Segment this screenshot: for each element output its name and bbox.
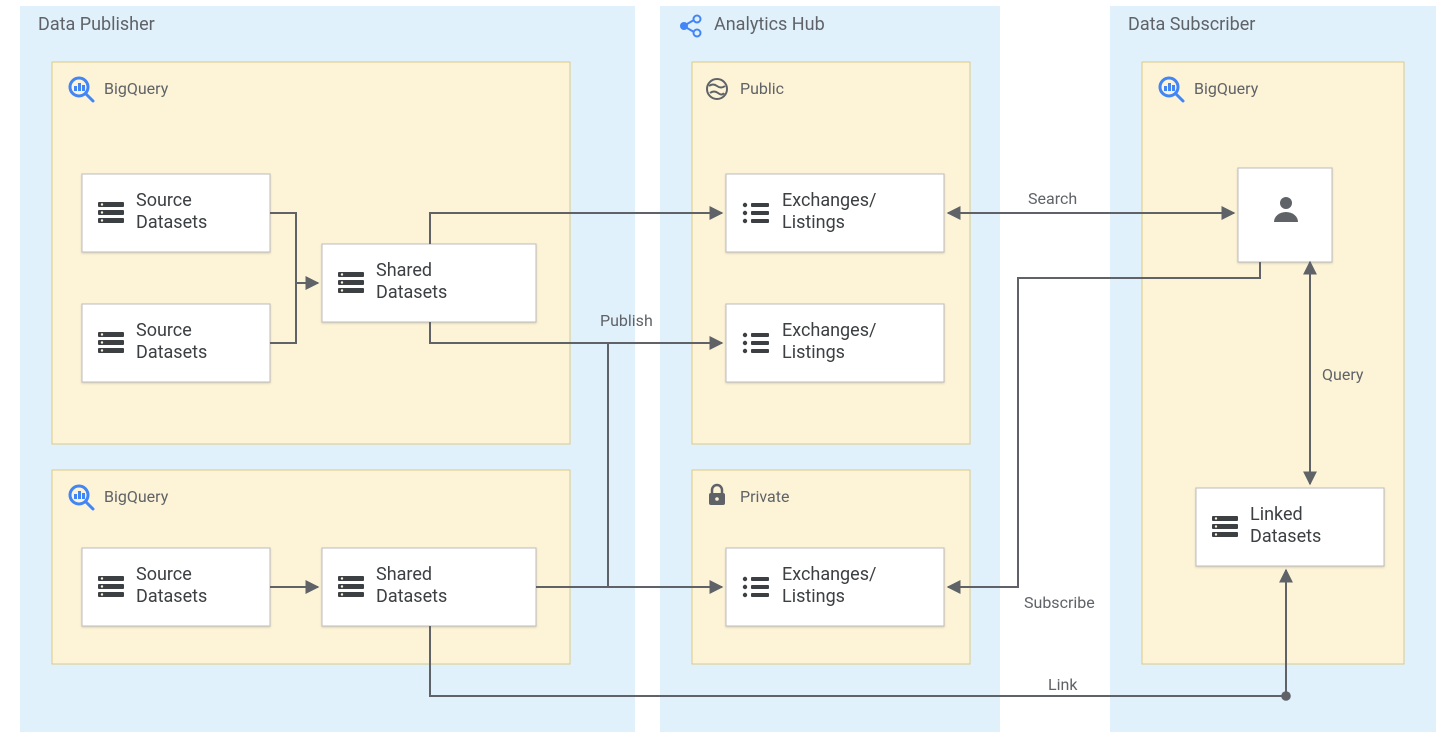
database-icon (338, 272, 364, 293)
section-subscriber-bigquery (1142, 62, 1404, 664)
column-subscriber-title: Data Subscriber (1128, 14, 1255, 35)
section-hub-private-title: Private (740, 487, 789, 506)
node-label: Source (136, 320, 192, 341)
node-label: Datasets (376, 282, 447, 303)
database-icon (98, 576, 124, 597)
section-subscriber-bigquery-title: BigQuery (1194, 79, 1259, 98)
node-label: Source (136, 564, 192, 585)
node-label: Datasets (136, 586, 207, 607)
node-source-datasets-3: Source Datasets (82, 548, 270, 626)
node-label: Listings (782, 212, 845, 233)
list-icon (743, 577, 769, 597)
node-shared-datasets-2: Shared Datasets (322, 548, 536, 626)
node-label: Exchanges/ (782, 564, 876, 585)
section-hub-public (692, 62, 970, 444)
node-label: Datasets (136, 342, 207, 363)
node-label: Listings (782, 342, 845, 363)
node-shared-datasets-1: Shared Datasets (322, 244, 536, 322)
diagram-canvas: Data Publisher BigQuery Source Datasets … (0, 0, 1456, 741)
node-label: Shared (376, 564, 432, 585)
node-label: Linked (1250, 504, 1303, 525)
node-linked-datasets: Linked Datasets (1196, 488, 1384, 566)
node-source-datasets-1: Source Datasets (82, 174, 270, 252)
node-label: Listings (782, 586, 845, 607)
node-user (1238, 168, 1332, 262)
edge-link-label: Link (1048, 675, 1078, 694)
database-icon (98, 332, 124, 353)
edge-publish-label: Publish (600, 311, 653, 330)
edge-query-label: Query (1322, 365, 1364, 384)
list-icon (743, 333, 769, 353)
node-exchanges-listings-2: Exchanges/ Listings (726, 304, 944, 382)
list-icon (743, 203, 769, 223)
node-label: Datasets (136, 212, 207, 233)
node-label: Shared (376, 260, 432, 281)
node-source-datasets-2: Source Datasets (82, 304, 270, 382)
node-exchanges-listings-1: Exchanges/ Listings (726, 174, 944, 252)
node-label: Datasets (1250, 526, 1321, 547)
column-publisher-title: Data Publisher (38, 14, 155, 35)
node-label: Source (136, 190, 192, 211)
database-icon (1212, 516, 1238, 537)
node-label: Exchanges/ (782, 190, 876, 211)
section-hub-public-title: Public (740, 79, 784, 98)
database-icon (338, 576, 364, 597)
column-analytics-hub-title: Analytics Hub (714, 14, 825, 35)
edge-subscribe-label: Subscribe (1024, 593, 1095, 612)
section-publisher-bigquery-top-title: BigQuery (104, 79, 169, 98)
node-label: Datasets (376, 586, 447, 607)
database-icon (98, 202, 124, 223)
node-label: Exchanges/ (782, 320, 876, 341)
section-publisher-bigquery-bottom-title: BigQuery (104, 487, 169, 506)
edge-search-label: Search (1028, 189, 1077, 208)
node-exchanges-listings-3: Exchanges/ Listings (726, 548, 944, 626)
